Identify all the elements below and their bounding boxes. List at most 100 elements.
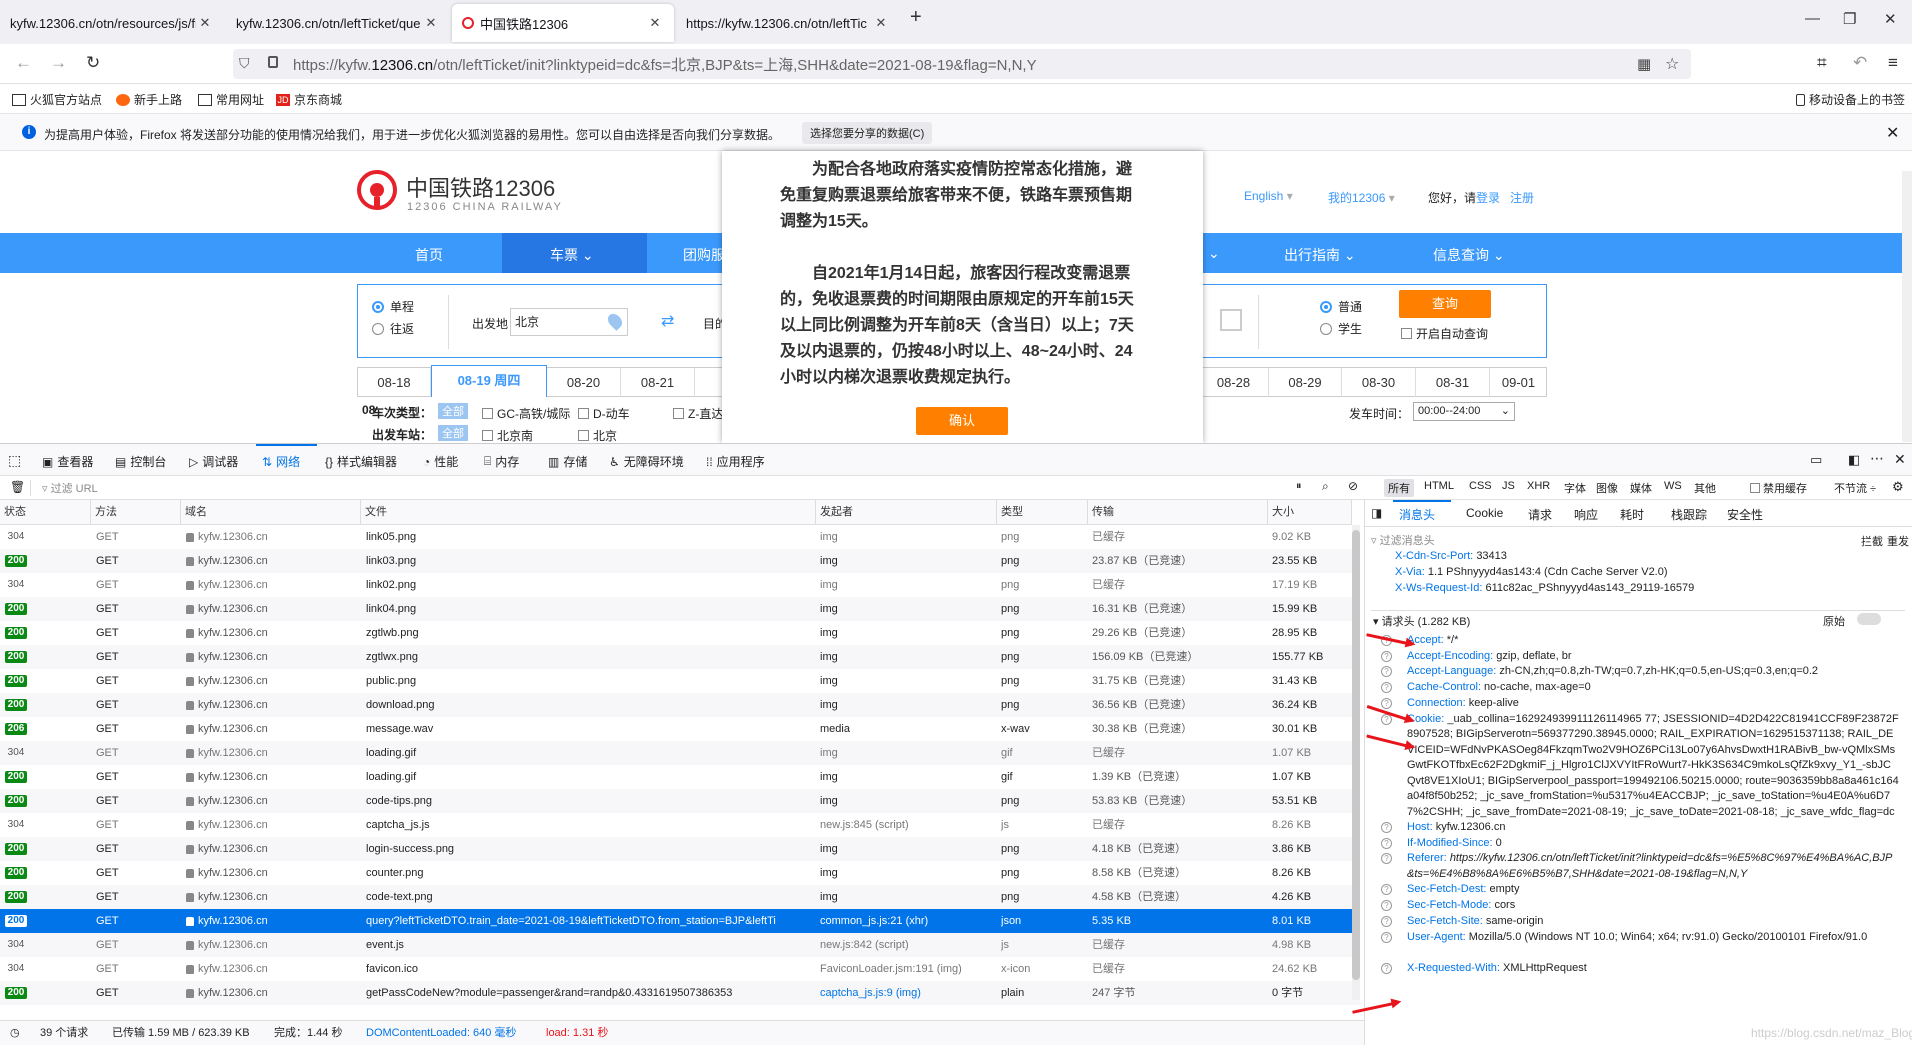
nav-chevron[interactable]: ⌄ (1208, 245, 1220, 262)
pax-normal-radio[interactable]: 普通 (1320, 298, 1362, 315)
back-icon[interactable]: ← (15, 53, 32, 73)
all-stations-button[interactable]: 全部 (438, 425, 468, 441)
response-header[interactable]: X-Ws-Request-Id: 611c82ac_PShnyyyd4as143… (1395, 581, 1887, 597)
help-icon[interactable]: ? (1381, 666, 1392, 678)
table-row[interactable]: 304 GET kyfw.12306.cn loading.gif img gif 已缓存 1… (0, 741, 1360, 765)
table-row[interactable]: 304 GET kyfw.12306.cn captcha_js.js new.js:8… (0, 813, 1360, 837)
dock-icon[interactable]: ◧ (1848, 452, 1860, 468)
pax-student-radio[interactable]: 学生 (1320, 320, 1362, 337)
column-header-type[interactable]: 类型 (997, 500, 1088, 525)
english-link[interactable]: English ▾ (1244, 189, 1293, 203)
panel-toggle-icon[interactable]: ◨ (1371, 506, 1382, 520)
type-filter-html[interactable]: HTML (1424, 480, 1454, 492)
column-header-transfer[interactable]: 传输 (1088, 500, 1268, 525)
table-row[interactable]: 304 GET kyfw.12306.cn event.js new.js:842 (s… (0, 933, 1360, 957)
url-bar[interactable]: ⛉ https://kyfw.12306.cn/otn/leftTicket/i… (233, 49, 1691, 79)
side-tab-timings[interactable]: 耗时 (1620, 506, 1644, 523)
request-header[interactable]: If-Modified-Since: 0 (1407, 836, 1899, 852)
table-row[interactable]: 200 GET kyfw.12306.cn code-text.png img png 4.… (0, 885, 1360, 909)
table-row[interactable]: 200 GET kyfw.12306.cn download.png img png 36.… (0, 693, 1360, 717)
menu-icon[interactable]: ≡ (1888, 53, 1898, 73)
help-icon[interactable]: ? (1381, 697, 1392, 709)
request-header[interactable]: Sec-Fetch-Dest: empty (1407, 882, 1899, 898)
browser-tab-1[interactable]: kyfw.12306.cn/otn/resources/js/fr ✕ (0, 4, 224, 42)
type-filter-js[interactable]: JS (1502, 480, 1515, 492)
filter-url-input[interactable]: ▿ 过滤 URL (42, 480, 98, 496)
table-row[interactable]: 200 GET kyfw.12306.cn code-tips.png img png 53… (0, 789, 1360, 813)
extension-icon[interactable]: ⌗ (1817, 53, 1827, 73)
help-icon[interactable]: ? (1381, 931, 1392, 943)
column-header-file[interactable]: 文件 (361, 500, 816, 525)
table-row[interactable]: 200 GET kyfw.12306.cn link04.png img png 16.31… (0, 597, 1360, 621)
close-icon[interactable]: ✕ (196, 15, 214, 31)
request-header[interactable]: Accept-Encoding: gzip, deflate, br (1407, 649, 1899, 665)
response-header[interactable]: X-Cdn-Src-Port: 33413 (1395, 549, 1887, 565)
table-row[interactable]: 200 GET kyfw.12306.cn zgtlwb.png img png 29.26… (0, 621, 1360, 645)
trip-single-radio[interactable]: 单程 (372, 298, 414, 315)
column-header-method[interactable]: 方法 (91, 500, 181, 525)
raw-toggle[interactable] (1857, 613, 1881, 625)
request-header[interactable]: Host: kyfw.12306.cn (1407, 820, 1899, 836)
table-row[interactable]: 304 GET kyfw.12306.cn link05.png img png 已缓存 9.… (0, 525, 1360, 549)
date-tab[interactable]: 08-18 (358, 368, 431, 397)
close-devtools-icon[interactable]: ✕ (1894, 451, 1906, 468)
qr-code-icon[interactable]: ▦ (1637, 55, 1651, 73)
table-row[interactable]: 200 GET kyfw.12306.cn query?leftTicketDTO.t… (0, 909, 1360, 933)
table-row[interactable]: 200 GET kyfw.12306.cn login-success.png img p… (0, 837, 1360, 861)
date-tab-active[interactable]: 08-19 周四 (431, 365, 547, 397)
request-header[interactable]: Connection: keep-alive (1407, 696, 1899, 712)
disable-cache-checkbox[interactable]: 禁用缓存 (1750, 480, 1807, 496)
search-icon[interactable]: ⌕ (1322, 479, 1329, 494)
minimize-button[interactable]: — (1805, 10, 1820, 27)
help-icon[interactable]: ? (1381, 650, 1392, 662)
table-row[interactable]: 304 GET kyfw.12306.cn favicon.ico FaviconLoa… (0, 957, 1360, 981)
from-station-input[interactable]: 北京 (510, 308, 628, 336)
share-data-button[interactable]: 选择您要分享的数据(C) (802, 122, 933, 144)
mobile-bookmarks[interactable]: 移动设备上的书签 (1796, 91, 1905, 108)
station-beijingnan[interactable]: 北京南 (482, 427, 533, 442)
calendar-icon[interactable] (1220, 309, 1242, 331)
responsive-design-icon[interactable]: ▭ (1810, 452, 1822, 468)
close-icon[interactable]: ✕ (872, 15, 890, 31)
pause-icon[interactable]: ⏸ (1296, 480, 1302, 493)
nav-tickets[interactable]: 车票 ⌄ (550, 245, 594, 265)
request-header[interactable]: X-Requested-With: XMLHttpRequest (1407, 961, 1899, 977)
date-tab[interactable]: 08-28 (1198, 368, 1269, 397)
date-tab[interactable]: 08-21 (621, 368, 695, 397)
tab-accessibility[interactable]: ♿ 无障碍环境 (609, 453, 684, 470)
type-filter-ws[interactable]: WS (1664, 480, 1682, 492)
nav-home[interactable]: 首页 (415, 245, 443, 265)
table-row[interactable]: 200 GET kyfw.12306.cn zgtlwx.png img png 156.0… (0, 645, 1360, 669)
help-icon[interactable]: ? (1381, 900, 1392, 912)
side-tab-headers[interactable]: 消息头 (1399, 506, 1435, 523)
trip-return-radio[interactable]: 往返 (372, 320, 414, 337)
request-header[interactable]: Accept: */* (1407, 633, 1899, 649)
side-tab-response[interactable]: 响应 (1574, 506, 1598, 523)
my12306-link[interactable]: 我的12306 ▾ (1328, 189, 1395, 206)
request-header[interactable]: User-Agent: Mozilla/5.0 (Windows NT 10.0… (1407, 930, 1899, 946)
side-tab-security[interactable]: 安全性 (1727, 506, 1763, 523)
request-headers-section[interactable]: ▾ 请求头 (1.282 KB) (1373, 613, 1470, 629)
block-button[interactable]: 拦截 (1861, 533, 1883, 549)
lock-icon[interactable] (268, 56, 278, 68)
tab-debugger[interactable]: ▷ 调试器 (189, 453, 238, 470)
more-options-icon[interactable]: ⋯ (1870, 450, 1884, 467)
filter-headers-input[interactable]: ▿ 过滤消息头 (1371, 532, 1435, 548)
request-header[interactable]: Cookie: _uab_collina=1629249399111261149… (1407, 712, 1899, 821)
register-link[interactable]: 注册 (1510, 191, 1534, 205)
close-icon[interactable]: ✕ (646, 15, 664, 31)
auto-query-checkbox[interactable]: 开启自动查询 (1401, 325, 1488, 342)
request-header[interactable]: Cache-Control: no-cache, max-age=0 (1407, 680, 1899, 696)
element-picker-icon[interactable]: ⬚ (8, 452, 21, 469)
request-header[interactable]: Sec-Fetch-Mode: cors (1407, 898, 1899, 914)
browser-tab-2[interactable]: kyfw.12306.cn/otn/leftTicket/que ✕ (226, 4, 450, 42)
table-row[interactable]: 206 GET kyfw.12306.cn message.wav media x-wav… (0, 717, 1360, 741)
help-icon[interactable]: ? (1381, 822, 1392, 833)
train-type-z[interactable]: Z-直达 (673, 405, 723, 422)
date-tab[interactable]: 08-20 (547, 368, 621, 397)
type-filter-font[interactable]: 字体 (1564, 480, 1586, 496)
tab-performance[interactable]: ◔ 性能 (423, 453, 458, 470)
request-header[interactable]: Sec-Fetch-Site: same-origin (1407, 914, 1899, 930)
shield-icon[interactable]: ⛉ (239, 55, 250, 72)
close-icon[interactable]: ✕ (1886, 123, 1899, 143)
